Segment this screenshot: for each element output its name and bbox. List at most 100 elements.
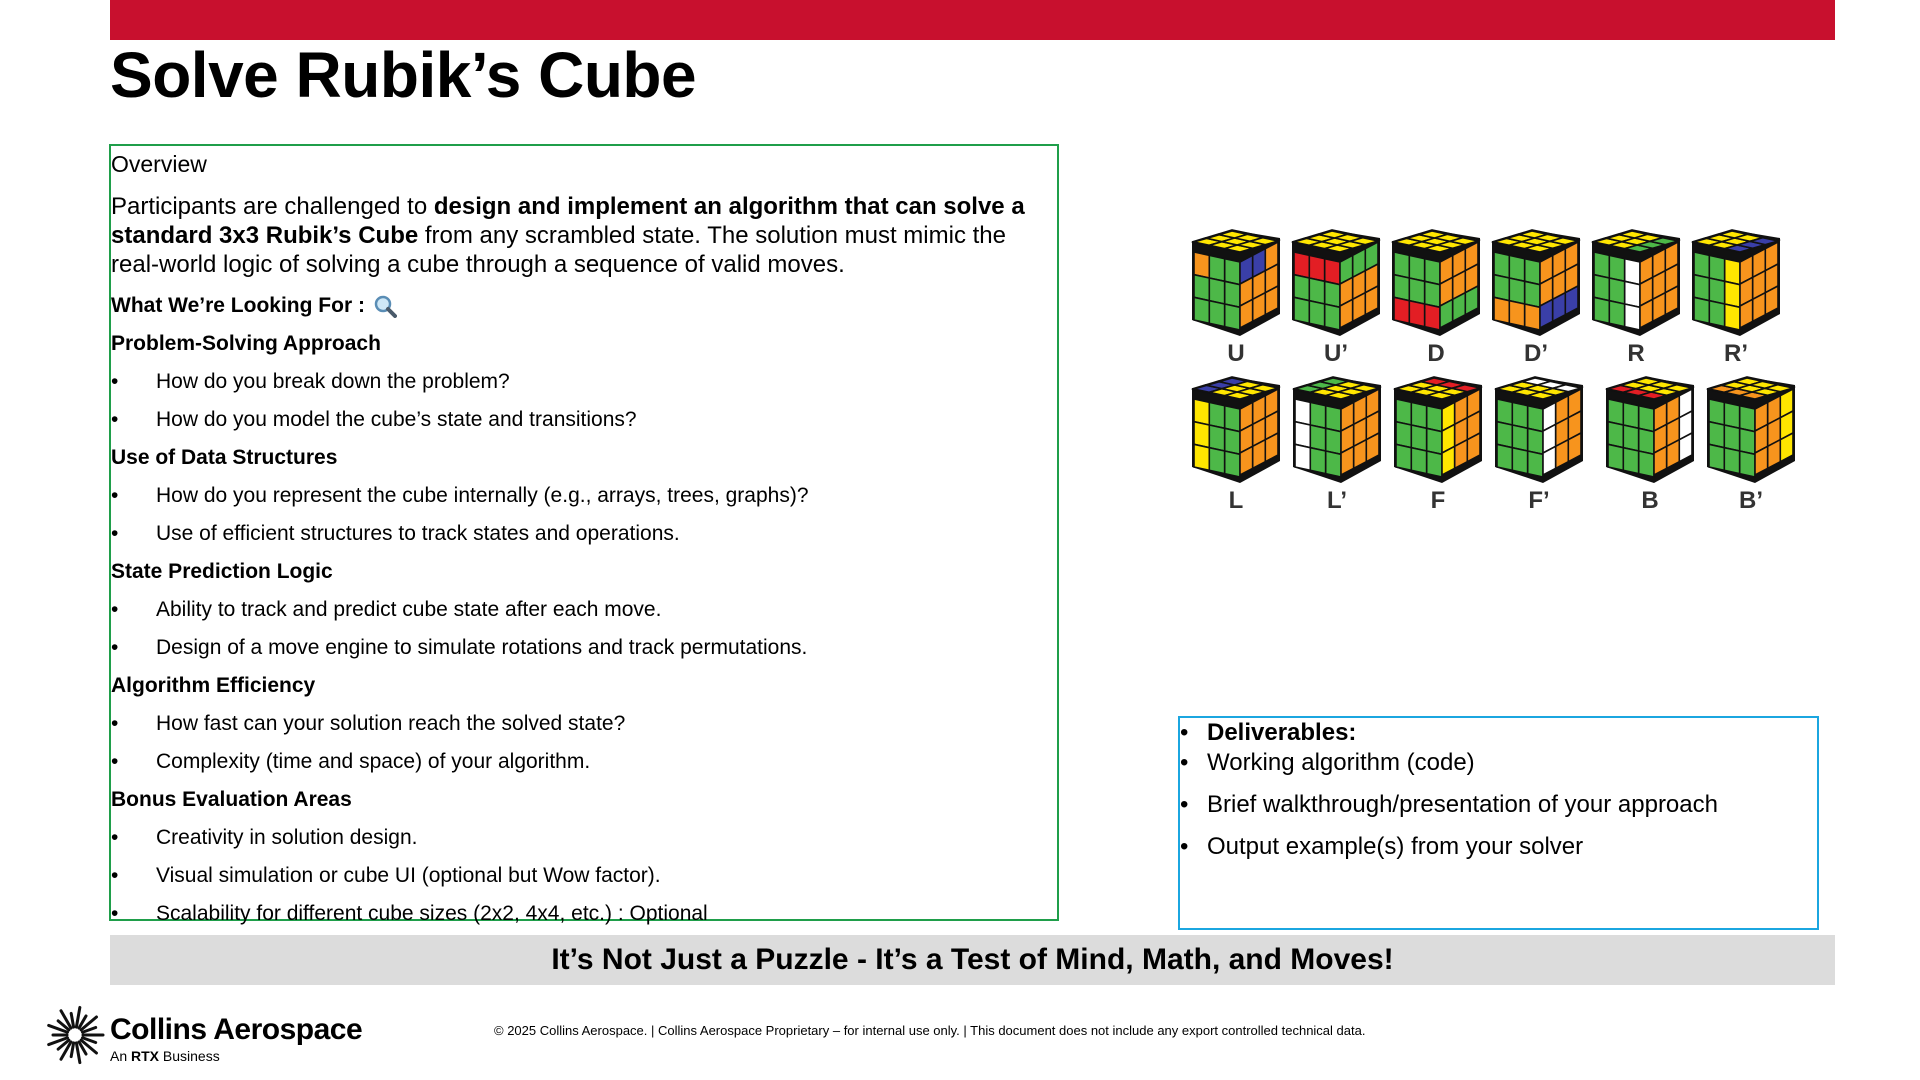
criteria-item: • Design of a move engine to simulate rot… — [111, 635, 1057, 661]
bullet: • — [1180, 719, 1189, 746]
rubiks-cube-icon — [1393, 376, 1483, 483]
criteria-item: • How do you model the cube’s state and t… — [111, 407, 1057, 433]
tagline-banner: It’s Not Just a Puzzle - It’s a Test of … — [110, 935, 1835, 985]
criteria-item: • Use of efficient structures to track st… — [111, 521, 1057, 547]
deliverable-item-text: Brief walkthrough/presentation of your a… — [1207, 791, 1718, 818]
move-label: L — [1228, 487, 1244, 514]
criteria-item: • Complexity (time and space) of your alg… — [111, 749, 1057, 775]
bullet: • — [111, 636, 119, 659]
criteria-item-text: Creativity in solution design. — [156, 826, 418, 849]
deliverable-item-text: Output example(s) from your solver — [1207, 833, 1584, 860]
move-label: B’ — [1739, 487, 1763, 514]
section-title: Algorithm Efficiency — [111, 674, 316, 697]
deliverables-panel: • Deliverables: • Working algorithm (code)… — [1178, 716, 1819, 930]
rubiks-cube-icon — [1591, 229, 1681, 336]
cube-moves-figure: U U’ D D’ R R’ L L’ F F’ B B’ — [1188, 228, 1808, 518]
tagline-post: Business — [159, 1048, 220, 1064]
brand-name: Collins Aerospace — [110, 1013, 363, 1046]
bullet: • — [111, 902, 119, 925]
rubiks-cube-icon — [1706, 376, 1796, 483]
criteria-item-text: How do you model the cube’s state and tr… — [156, 408, 637, 431]
bullet: • — [1180, 833, 1189, 860]
copyright-footer: © 2025 Collins Aerospace. | Collins Aero… — [494, 1023, 1366, 1038]
cube-move-2: U’ — [1288, 228, 1384, 368]
bullet: • — [111, 750, 119, 773]
criteria-item: • How do you represent the cube internall… — [111, 483, 1057, 509]
section-title: Problem-Solving Approach — [111, 332, 381, 355]
cube-move-3: D — [1388, 228, 1484, 368]
move-label: R — [1627, 340, 1645, 367]
move-label: U — [1227, 340, 1245, 367]
top-accent-bar — [110, 0, 1835, 40]
rubiks-cube-icon — [1494, 376, 1584, 483]
criteria-sections: Problem-Solving Approach • How do you brea… — [111, 331, 1057, 927]
move-label: L’ — [1326, 487, 1347, 514]
criteria-item: • Creativity in solution design. — [111, 825, 1057, 851]
cube-move-4: D’ — [1488, 228, 1584, 368]
deliverables-heading-text: Deliverables: — [1207, 719, 1357, 746]
cube-move-1: U — [1188, 228, 1284, 368]
tagline-pre: An — [110, 1048, 132, 1064]
deliverable-item-text: Working algorithm (code) — [1207, 749, 1475, 776]
criteria-item: • Scalability for different cube sizes (2… — [111, 901, 1057, 927]
criteria-item-text: How do you break down the problem? — [156, 370, 510, 393]
cube-move-9: F — [1390, 375, 1486, 515]
rubiks-cube-icon — [1292, 376, 1382, 483]
section-title: State Prediction Logic — [111, 560, 333, 583]
rubiks-cube-icon — [1191, 229, 1281, 336]
collins-logo: Collins Aerospace An RTX Business — [45, 1005, 365, 1065]
criteria-item-text: Complexity (time and space) of your algo… — [156, 750, 591, 773]
page-title: Solve Rubik’s Cube — [110, 39, 697, 111]
tagline-bold: RTX — [131, 1048, 160, 1064]
move-label: B — [1641, 487, 1659, 514]
section-title: Bonus Evaluation Areas — [111, 788, 352, 811]
bullet: • — [111, 712, 119, 735]
move-label: U’ — [1324, 340, 1348, 367]
deliverable-item: • Brief walkthrough/presentation of your … — [1180, 790, 1817, 820]
bullet: • — [111, 408, 119, 431]
criteria-item-text: Visual simulation or cube UI (optional b… — [156, 864, 661, 887]
rubiks-cube-icon — [1691, 229, 1781, 336]
rubiks-cube-icon — [1605, 376, 1695, 483]
overview-intro: Participants are challenged to design an… — [111, 192, 1037, 279]
bullet: • — [111, 522, 119, 545]
sunburst-logo-icon — [47, 1005, 105, 1065]
move-label: D — [1427, 340, 1445, 367]
cube-move-5: R — [1588, 228, 1684, 368]
intro-text-1: Participants are challenged to — [111, 193, 434, 220]
criteria-item: • Visual simulation or cube UI (optional … — [111, 863, 1057, 889]
bullet: • — [111, 598, 119, 621]
bullet: • — [111, 484, 119, 507]
deliverable-item: • Working algorithm (code) — [1180, 748, 1817, 778]
rubiks-cube-icon — [1391, 229, 1481, 336]
criteria-item-text: How do you represent the cube internally… — [156, 484, 809, 507]
looking-for-label: What We’re Looking For : — [111, 294, 365, 317]
move-label: F’ — [1528, 487, 1550, 514]
criteria-item: • Ability to track and predict cube state… — [111, 597, 1057, 623]
move-label: R’ — [1724, 340, 1748, 367]
move-label: D’ — [1524, 340, 1548, 367]
deliverables-heading: • Deliverables: — [1180, 718, 1817, 748]
rubiks-cube-icon — [1191, 376, 1281, 483]
bullet: • — [1180, 791, 1189, 818]
cube-move-7: L — [1188, 375, 1284, 515]
looking-for-heading: What We’re Looking For : — [111, 293, 1057, 319]
criteria-item-text: How fast can your solution reach the sol… — [156, 712, 626, 735]
criteria-item: • How fast can your solution reach the so… — [111, 711, 1057, 737]
deliverable-item: • Output example(s) from your solver — [1180, 832, 1817, 862]
criteria-item-text: Scalability for different cube sizes (2x… — [156, 902, 708, 925]
bullet: • — [111, 370, 119, 393]
overview-heading: Overview — [111, 151, 207, 177]
move-label: F — [1430, 487, 1446, 514]
rubiks-cube-icon — [1291, 229, 1381, 336]
cube-move-6: R’ — [1688, 228, 1784, 368]
criteria-item-text: Ability to track and predict cube state … — [156, 598, 662, 621]
bullet: • — [111, 864, 119, 887]
cube-move-12: B’ — [1703, 375, 1799, 515]
rubiks-cube-icon — [1491, 229, 1581, 336]
criteria-item-text: Design of a move engine to simulate rota… — [156, 636, 808, 659]
cube-move-11: B — [1602, 375, 1698, 515]
cube-move-10: F’ — [1491, 375, 1587, 515]
criteria-item-text: Use of efficient structures to track sta… — [156, 522, 680, 545]
overview-panel: Overview Participants are challenged to … — [109, 144, 1059, 925]
